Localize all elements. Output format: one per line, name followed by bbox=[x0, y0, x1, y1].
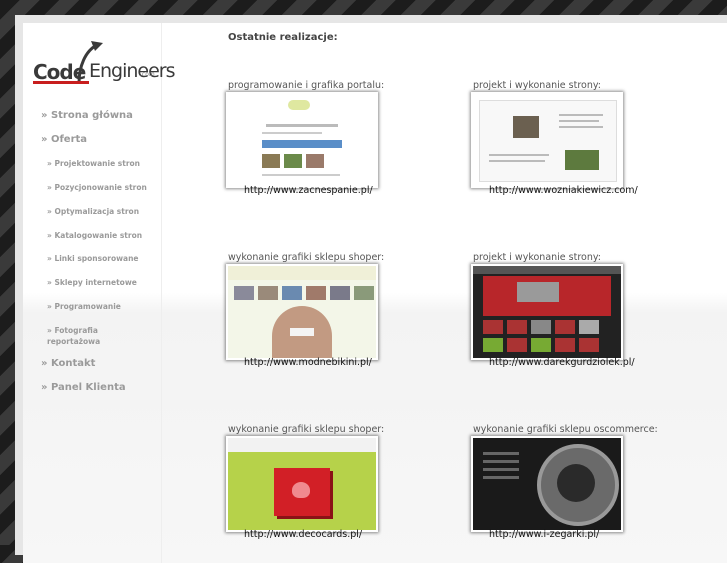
sidebar: Code Engineers .com » Strona główna » Of… bbox=[23, 23, 176, 563]
nav-item-cataloging[interactable]: » Katalogowanie stron bbox=[47, 231, 142, 240]
project-link[interactable]: http://www.wozniakiewicz.com/ bbox=[489, 185, 638, 196]
project-thumbnail[interactable] bbox=[473, 438, 621, 530]
project-label: projekt i wykonanie strony: bbox=[473, 252, 601, 263]
nav-item-home[interactable]: » Strona główna bbox=[41, 110, 133, 121]
nav-item-contact[interactable]: » Kontakt bbox=[41, 358, 95, 369]
logo[interactable]: Code Engineers .com bbox=[33, 37, 176, 97]
page: Code Engineers .com » Strona główna » Of… bbox=[23, 23, 727, 563]
logo-text-code: Code bbox=[33, 60, 86, 84]
project-link[interactable]: http://www.decocards.pl/ bbox=[244, 529, 362, 540]
project-link[interactable]: http://www.modnebikini.pl/ bbox=[244, 357, 372, 368]
nav-item-online-shops[interactable]: » Sklepy internetowe bbox=[47, 278, 137, 287]
project-label: wykonanie grafiki sklepu shoper: bbox=[228, 424, 385, 435]
nav-item-positioning[interactable]: » Pozycjonowanie stron bbox=[47, 183, 147, 192]
project-link[interactable]: http://www.i-zegarki.pl/ bbox=[489, 529, 599, 540]
project-link[interactable]: http://www.zacnespanie.pl/ bbox=[244, 185, 373, 196]
project-label: programowanie i grafika portalu: bbox=[228, 80, 385, 91]
project-label: projekt i wykonanie strony: bbox=[473, 80, 601, 91]
nav-item-programming[interactable]: » Programowanie bbox=[47, 302, 121, 311]
logo-text-engineers: Engineers bbox=[89, 60, 176, 82]
project-thumbnail[interactable] bbox=[473, 94, 621, 186]
nav-item-optimization[interactable]: » Optymalizacja stron bbox=[47, 207, 139, 216]
nav-item-sponsored-links[interactable]: » Linki sponsorowane bbox=[47, 254, 139, 263]
nav-item-photography[interactable]: » Fotografia reportażowa bbox=[47, 325, 147, 347]
project-label: wykonanie grafiki sklepu oscommerce: bbox=[473, 424, 658, 435]
project-label: wykonanie grafiki sklepu shoper: bbox=[228, 252, 385, 263]
project-thumbnail[interactable] bbox=[228, 266, 376, 358]
project-thumbnail[interactable] bbox=[228, 94, 376, 186]
nav-item-offer[interactable]: » Oferta bbox=[41, 134, 87, 145]
page-title: Ostatnie realizacje: bbox=[228, 32, 338, 43]
nav-item-client-panel[interactable]: » Panel Klienta bbox=[41, 382, 126, 393]
project-thumbnail[interactable] bbox=[473, 266, 621, 358]
nav-item-web-design[interactable]: » Projektowanie stron bbox=[47, 159, 140, 168]
logo-text-suffix: .com bbox=[140, 71, 155, 78]
project-link[interactable]: http://www.darekgurdziolek.pl/ bbox=[489, 357, 635, 368]
page-frame: Code Engineers .com » Strona główna » Of… bbox=[15, 15, 727, 563]
project-thumbnail[interactable] bbox=[228, 438, 376, 530]
